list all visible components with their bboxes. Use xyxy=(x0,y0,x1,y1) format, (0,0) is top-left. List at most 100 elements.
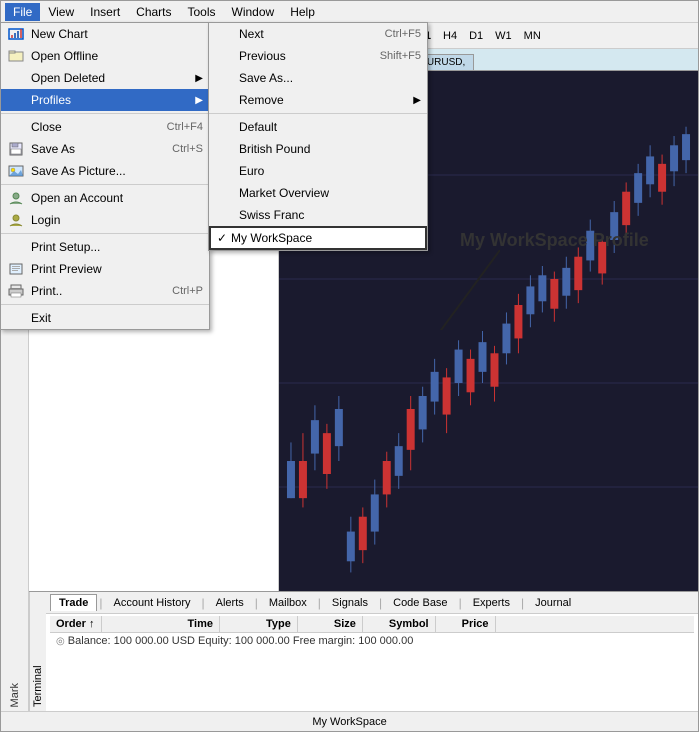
tab-code-base[interactable]: Code Base xyxy=(384,594,456,611)
menu-open-account[interactable]: Open an Account xyxy=(1,187,209,209)
menu-new-chart[interactable]: New Chart xyxy=(1,23,209,45)
toolbar-sep-3 xyxy=(285,27,286,45)
symbol-tab-4[interactable]: AUDUSD,H1 xyxy=(334,54,410,70)
tab-mailbox[interactable]: Mailbox xyxy=(260,594,316,611)
print-shortcut: Ctrl+P xyxy=(172,285,203,297)
print-setup-label: Print Setup... xyxy=(31,240,100,254)
tf-d1[interactable]: D1 xyxy=(465,29,487,43)
chart-zoom-out[interactable]: − xyxy=(257,26,279,46)
menu-window[interactable]: Window xyxy=(224,3,283,21)
account-icon xyxy=(7,190,25,206)
table-header: Order ↑ Time Type Size Symbol Price xyxy=(50,616,694,633)
sep-1: | xyxy=(97,596,104,610)
profiles-arrow: ▶ xyxy=(195,95,203,106)
sep-file-1 xyxy=(1,113,209,114)
col-time: Time xyxy=(182,616,220,632)
open-offline-label: Open Offline xyxy=(31,49,98,63)
menu-help[interactable]: Help xyxy=(282,3,323,21)
new-chart-icon xyxy=(7,26,25,42)
col-size: Size xyxy=(328,616,363,632)
tab-signals[interactable]: Signals xyxy=(323,594,377,611)
menu-close[interactable]: Close Ctrl+F4 xyxy=(1,116,209,138)
tf-m30[interactable]: M30 xyxy=(380,29,409,43)
menu-tools[interactable]: Tools xyxy=(180,3,224,21)
col-order: Order ↑ xyxy=(50,616,102,632)
menu-print-preview[interactable]: Print Preview xyxy=(1,258,209,280)
menu-exit[interactable]: Exit xyxy=(1,307,209,329)
file-menu[interactable]: New Chart Open Offline Open Deleted ▶ Pr… xyxy=(0,22,210,330)
menu-file[interactable]: File xyxy=(5,3,40,21)
sep-file-4 xyxy=(1,304,209,305)
sep-4: | xyxy=(316,596,323,610)
login-label: Login xyxy=(31,213,60,227)
status-bar: My WorkSpace xyxy=(1,711,698,731)
tf-m5[interactable]: M5 xyxy=(319,29,342,43)
sep-3: | xyxy=(253,596,260,610)
open-deleted-icon xyxy=(7,70,25,86)
open-deleted-label: Open Deleted xyxy=(31,71,105,85)
exit-label: Exit xyxy=(31,311,51,325)
menu-charts[interactable]: Charts xyxy=(128,3,179,21)
menu-insert[interactable]: Insert xyxy=(82,3,128,21)
bottom-area: Terminal Trade | Account History | Alert… xyxy=(29,591,698,711)
print-preview-label: Print Preview xyxy=(31,262,102,276)
terminal-label[interactable]: Terminal xyxy=(29,592,46,711)
menu-login[interactable]: Login xyxy=(1,209,209,231)
close-shortcut: Ctrl+F4 xyxy=(167,121,203,133)
print-setup-icon xyxy=(7,239,25,255)
login-icon xyxy=(7,212,25,228)
tf-h4[interactable]: H4 xyxy=(439,29,461,43)
bottom-content: Order ↑ Time Type Size Symbol Price ◎ Ba… xyxy=(46,614,698,711)
tf-m15[interactable]: M15 xyxy=(346,29,375,43)
menu-open-deleted[interactable]: Open Deleted ▶ xyxy=(1,67,209,89)
market-watch-label: Mark xyxy=(9,683,21,707)
sep-file-3 xyxy=(1,233,209,234)
profiles-label: Profiles xyxy=(31,93,71,107)
save-as-label: Save As xyxy=(31,142,75,156)
print-icon xyxy=(7,283,25,299)
menu-save-as[interactable]: Save As Ctrl+S xyxy=(1,138,209,160)
tab-experts[interactable]: Experts xyxy=(464,594,519,611)
chart-area[interactable] xyxy=(279,71,698,591)
open-offline-icon xyxy=(7,48,25,64)
col-symbol: Symbol xyxy=(383,616,436,632)
menu-print[interactable]: Print.. Ctrl+P xyxy=(1,280,209,302)
save-as-icon xyxy=(7,141,25,157)
open-deleted-arrow: ▶ xyxy=(195,73,203,84)
sep-2: | xyxy=(200,596,207,610)
exit-icon xyxy=(7,310,25,326)
close-icon xyxy=(7,119,25,135)
menu-view[interactable]: View xyxy=(40,3,82,21)
col-price: Price xyxy=(456,616,496,632)
tf-mn[interactable]: MN xyxy=(520,29,545,43)
status-text: My WorkSpace xyxy=(312,716,386,728)
menu-print-setup[interactable]: Print Setup... xyxy=(1,236,209,258)
menu-open-offline[interactable]: Open Offline xyxy=(1,45,209,67)
balance-row: ◎ Balance: 100 000.00 USD Equity: 100 00… xyxy=(50,633,694,649)
sep-7: | xyxy=(519,596,526,610)
toolbar-sep-2 xyxy=(224,27,225,45)
tab-journal[interactable]: Journal xyxy=(526,594,580,611)
tab-alerts[interactable]: Alerts xyxy=(207,594,253,611)
save-picture-label: Save As Picture... xyxy=(31,164,126,178)
tf-h1[interactable]: H1 xyxy=(413,29,435,43)
chart-svg xyxy=(279,71,698,591)
symbol-tab-3[interactable]: USDCHF,H1 xyxy=(259,54,333,70)
menu-save-as-picture[interactable]: Save As Picture... xyxy=(1,160,209,182)
save-picture-icon xyxy=(7,163,25,179)
save-as-shortcut: Ctrl+S xyxy=(172,143,203,155)
print-label: Print.. xyxy=(31,284,62,298)
symbol-tab-5[interactable]: EURUSD, xyxy=(411,54,474,70)
tf-m1[interactable]: M1 xyxy=(292,29,315,43)
tab-trade[interactable]: Trade xyxy=(50,594,97,611)
profiles-icon xyxy=(7,92,25,108)
menu-profiles[interactable]: Profiles ▶ xyxy=(1,89,209,111)
open-account-label: Open an Account xyxy=(31,191,123,205)
tab-account-history[interactable]: Account History xyxy=(104,594,199,611)
sep-6: | xyxy=(457,596,464,610)
menu-bar[interactable]: File View Insert Charts Tools Window Hel… xyxy=(1,1,698,23)
chart-zoom-in[interactable]: + xyxy=(231,26,253,46)
new-chart-label: New Chart xyxy=(31,27,88,41)
tf-w1[interactable]: W1 xyxy=(491,29,516,43)
sep-5: | xyxy=(377,596,384,610)
